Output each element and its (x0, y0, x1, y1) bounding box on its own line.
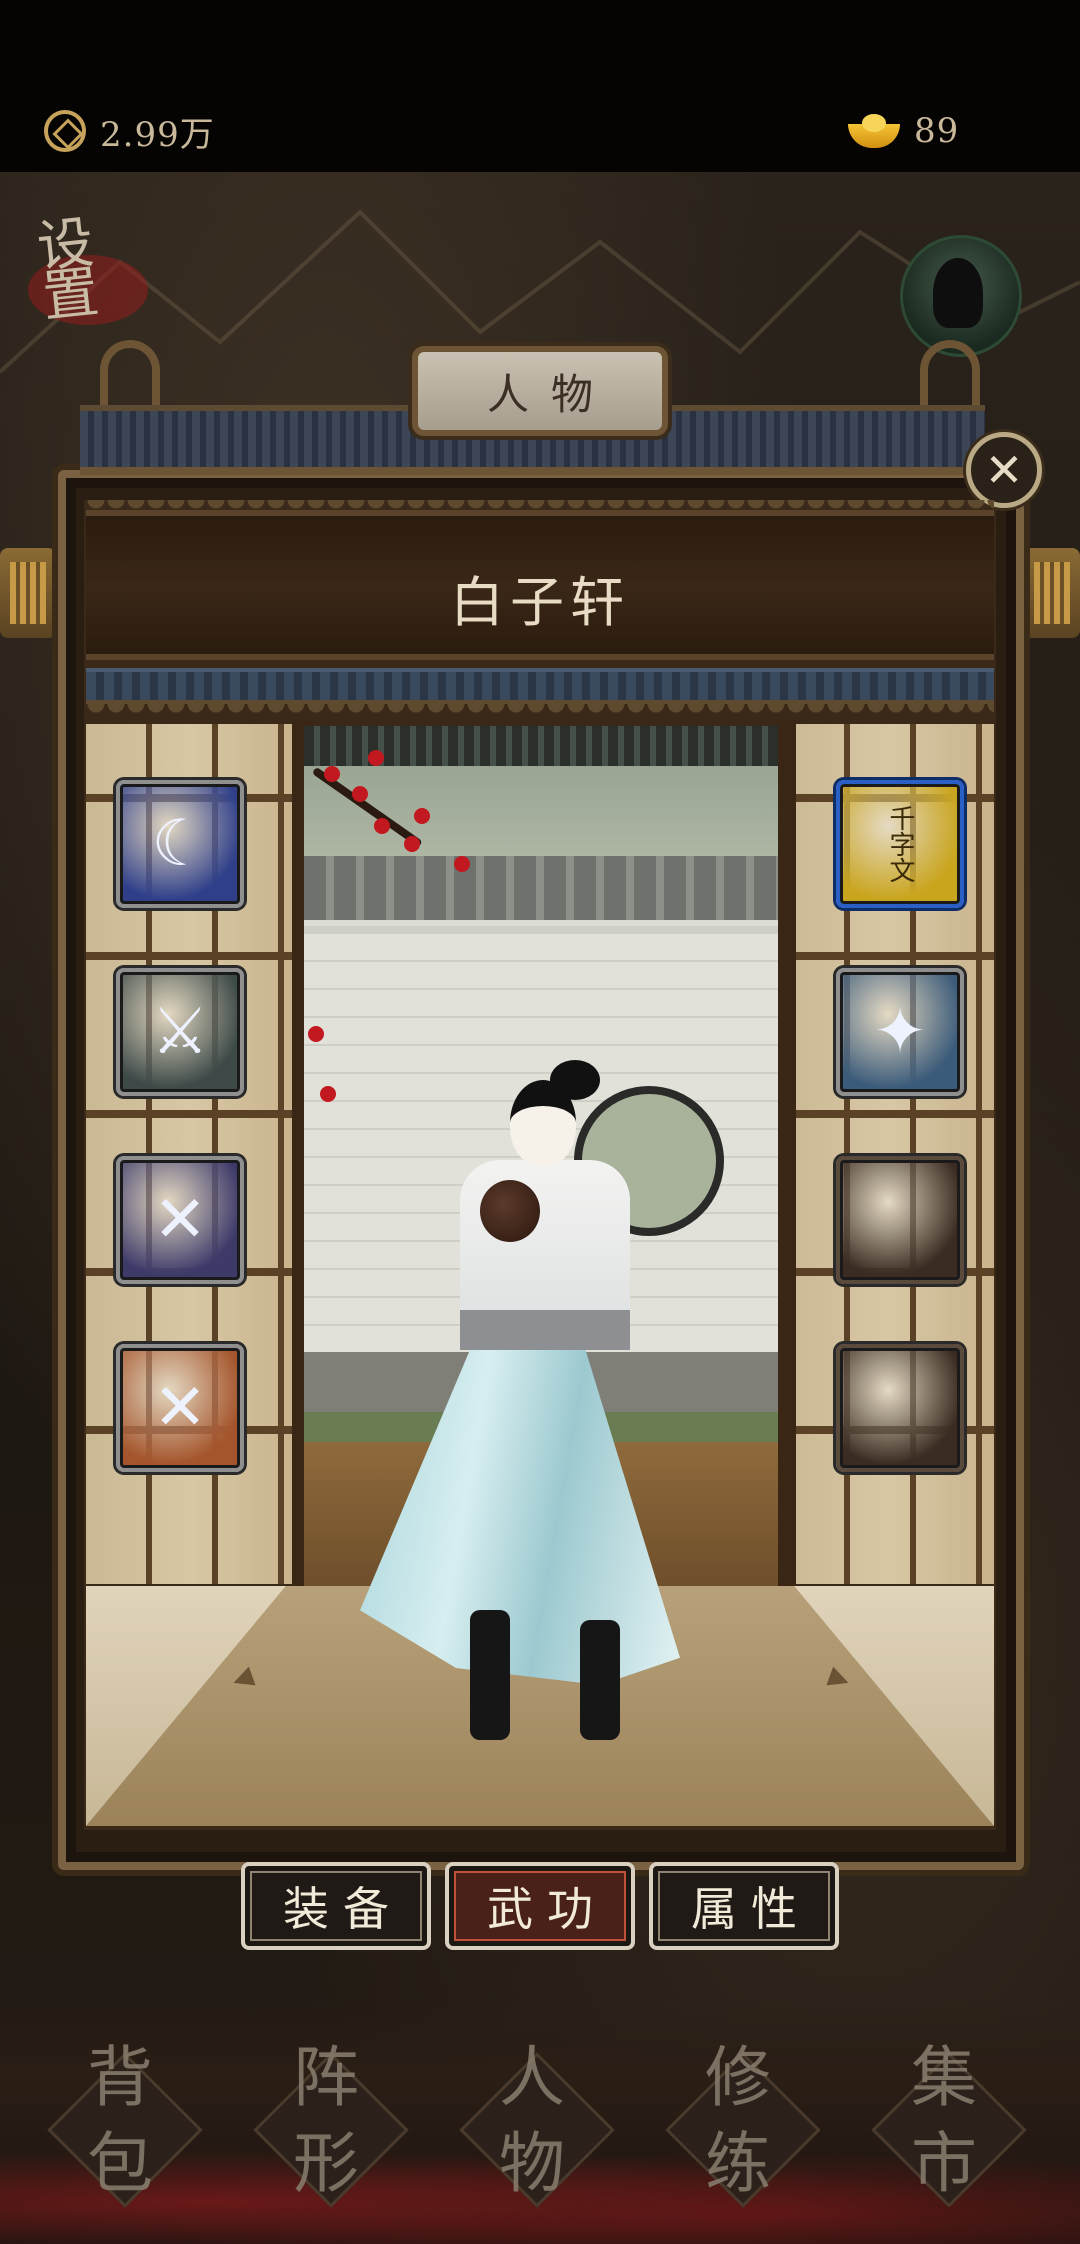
gold-balance: 89 (848, 104, 959, 158)
panel-title-plaque: 人物 (412, 346, 668, 436)
character-robe (360, 1345, 680, 1685)
panel-tabs: 装备 武功 属性 (240, 1862, 840, 1952)
crossed-swords-skill-icon: ✕ (153, 1183, 207, 1257)
plum-blossom (324, 766, 340, 782)
character-boot-left (470, 1610, 510, 1740)
tab-equipment[interactable]: 装备 (241, 1862, 431, 1950)
character-sash (460, 1310, 630, 1350)
book-slot-right-4[interactable] (836, 1344, 964, 1472)
gold-value: 89 (914, 111, 960, 151)
yellow-book-icon: 千字文 (885, 805, 915, 883)
tab-attributes[interactable]: 属性 (649, 1862, 839, 1950)
plum-blossom (454, 856, 470, 872)
panel-title: 人物 (486, 369, 615, 419)
skill-slot-left-2[interactable]: ⚔ (116, 968, 244, 1096)
close-button[interactable]: ✕ (966, 432, 1042, 508)
lantern-left-icon (0, 548, 56, 638)
nav-character-label: 人 物 (499, 2039, 565, 2202)
plum-blossom (414, 808, 430, 824)
plum-blossom (320, 1086, 336, 1102)
nav-bag[interactable]: 背 包 (30, 2035, 210, 2225)
character-name-band: 白子轩 (86, 510, 994, 660)
nav-bag-label: 背 包 (87, 2039, 153, 2202)
coin-balance: 2.99万 (44, 104, 215, 158)
coin-value: 2.99万 (100, 114, 215, 155)
gold-ingot-icon (848, 114, 900, 148)
character-boot-right (580, 1620, 620, 1740)
plum-blossom (368, 750, 384, 766)
coin-icon (44, 110, 86, 152)
inner-roof-tiles (86, 668, 994, 704)
skill-slot-left-3[interactable]: ✕ (116, 1156, 244, 1284)
plum-blossom (374, 818, 390, 834)
skill-slot-left-4[interactable]: ✕ (116, 1344, 244, 1472)
courtyard-wall-cap (304, 856, 778, 926)
character-name: 白子轩 (450, 571, 630, 634)
nav-training[interactable]: 修 练 (648, 2035, 828, 2225)
nav-market-label: 集 市 (911, 2039, 977, 2202)
book-slot-right-3[interactable] (836, 1156, 964, 1284)
plum-blossom (404, 836, 420, 852)
scallop-trim-bottom (86, 704, 994, 724)
wine-jar (480, 1180, 540, 1242)
blue-shadow-skill-icon: ☾ (151, 807, 209, 881)
book-slot-right-1[interactable]: 千字文 (836, 780, 964, 908)
roof-beam-right (920, 340, 980, 410)
book-slot-right-2[interactable]: ✦ (836, 968, 964, 1096)
player-avatar[interactable] (900, 235, 1022, 357)
nav-character[interactable]: 人 物 (442, 2035, 622, 2225)
settings-label: 设置 (24, 211, 101, 319)
nav-training-label: 修 练 (705, 2039, 771, 2202)
lantern-right-icon (1024, 548, 1080, 638)
character-model (350, 1060, 690, 1750)
plum-blossom (352, 786, 368, 802)
settings-button[interactable]: 设置 (24, 211, 168, 325)
plum-blossom (308, 1026, 324, 1042)
sword-slash-skill-icon: ⚔ (151, 995, 209, 1069)
tab-martial-arts[interactable]: 武功 (445, 1862, 635, 1950)
character-head (510, 1080, 576, 1166)
nav-market[interactable]: 集 市 (854, 2035, 1034, 2225)
close-icon: ✕ (984, 443, 1024, 497)
flying-kick-skill-icon: ✦ (873, 995, 927, 1069)
doorpost-right (776, 720, 796, 1590)
scallop-trim-top (86, 500, 994, 520)
nav-formation-label: 阵 形 (293, 2039, 359, 2202)
skill-slot-left-1[interactable]: ☾ (116, 780, 244, 908)
roof-beam-left (100, 340, 160, 410)
nav-formation[interactable]: 阵 形 (236, 2035, 416, 2225)
crossed-blades-fire-skill-icon: ✕ (153, 1371, 207, 1445)
